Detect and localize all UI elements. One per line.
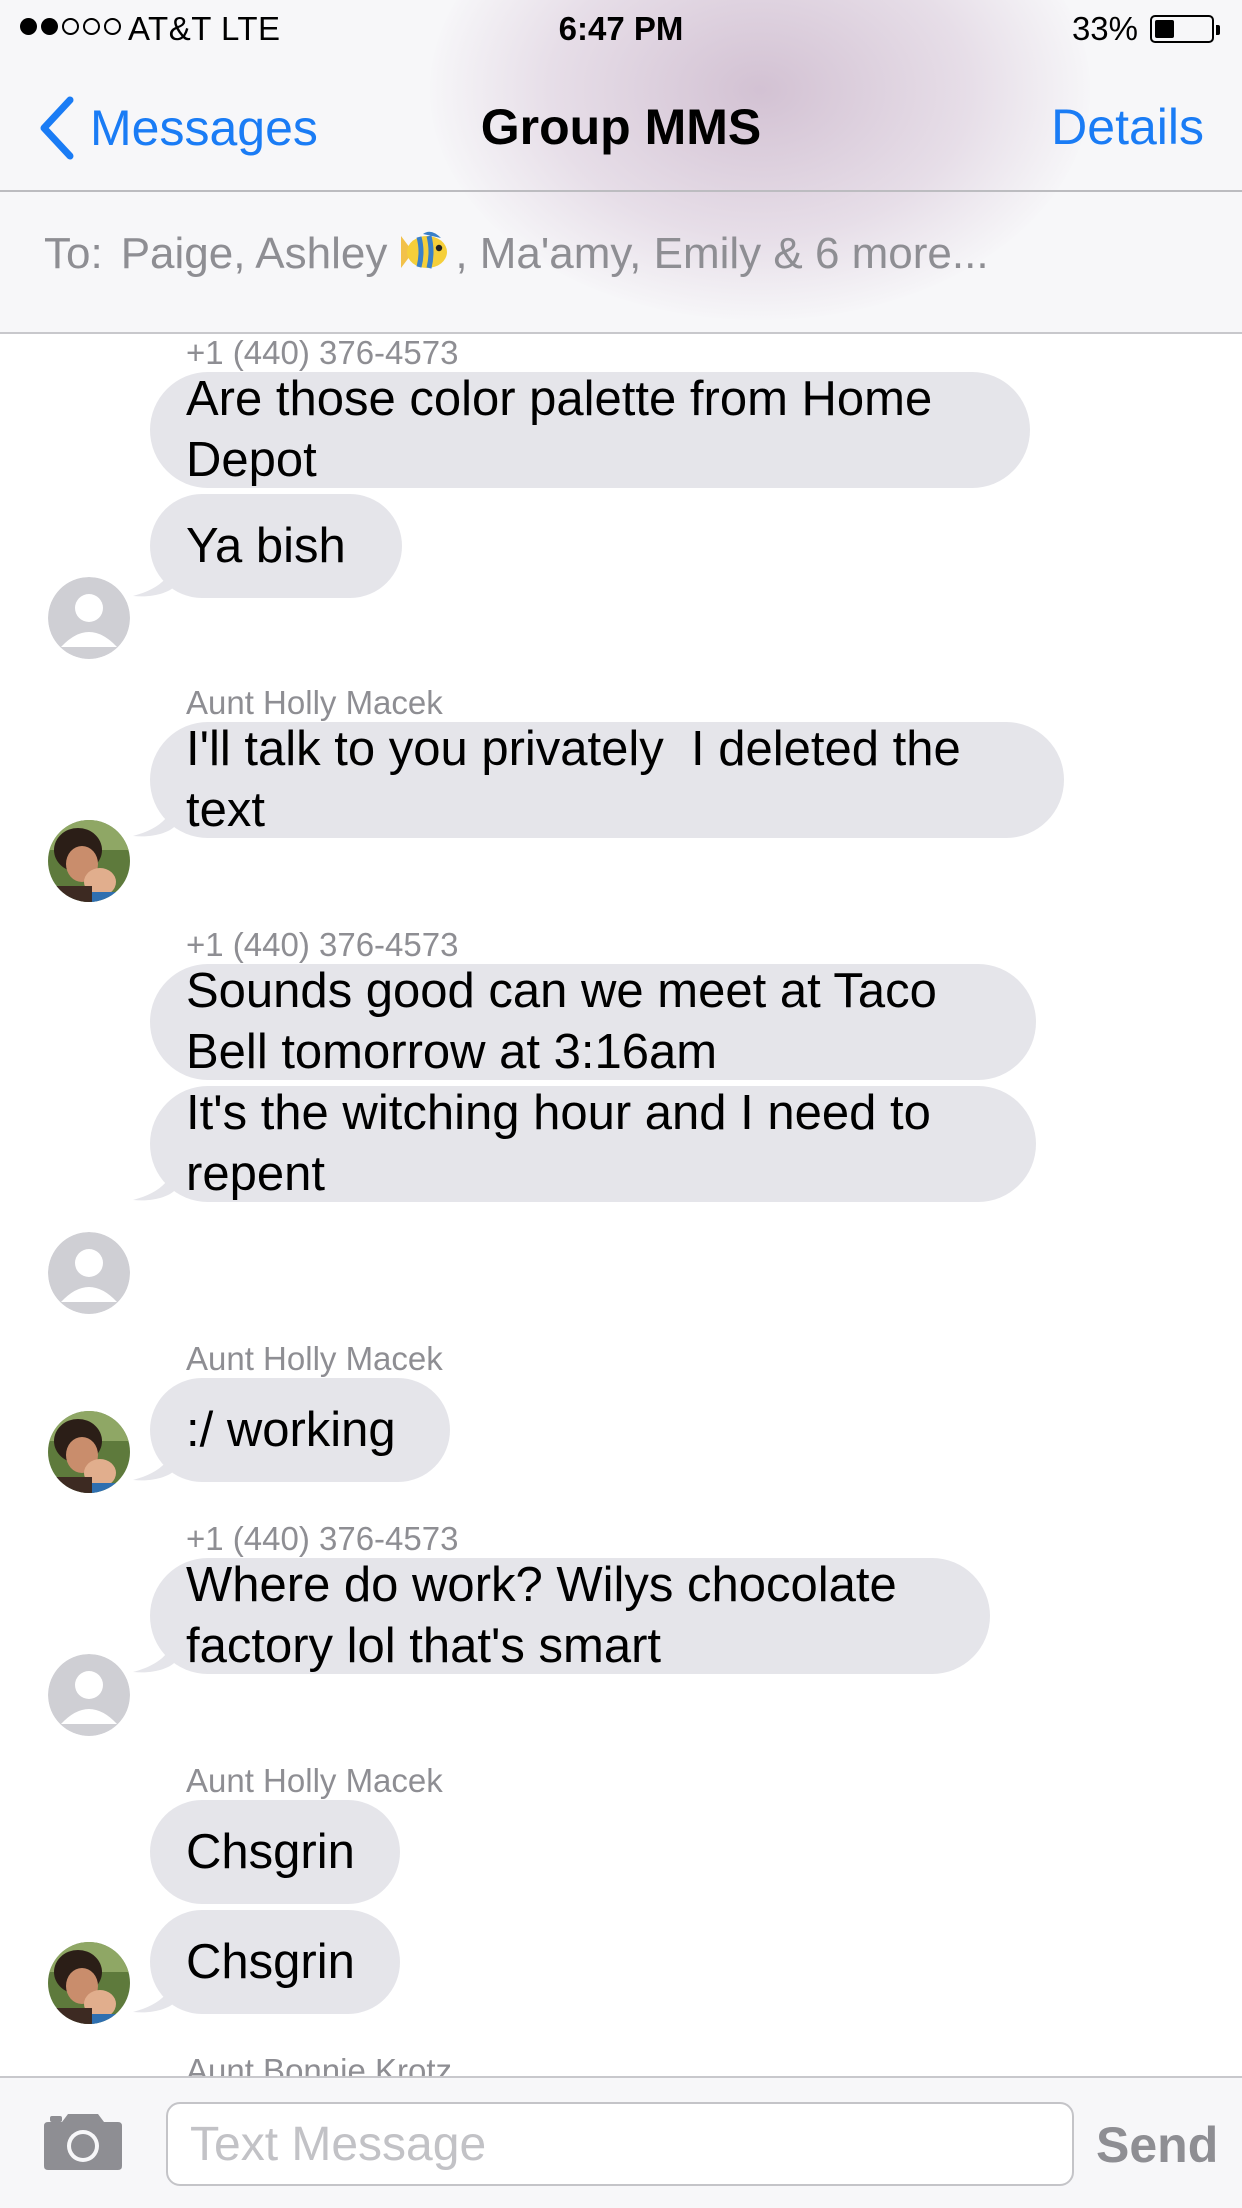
sender-name: Aunt Holly Macek bbox=[186, 684, 443, 721]
message-text: Sounds good can we meet at Taco Bell tom… bbox=[186, 964, 951, 1079]
divider bbox=[0, 190, 1242, 192]
bubble-tail bbox=[133, 1438, 177, 1481]
header: AT&T LTE 6:47 PM 33% Messages Group MMS … bbox=[0, 0, 1242, 334]
recipients-field[interactable]: To: Paige, Ashley , Ma'amy, Emily & 6 mor… bbox=[44, 228, 989, 287]
details-button[interactable]: Details bbox=[1051, 98, 1204, 156]
camera-icon[interactable] bbox=[44, 2110, 122, 2170]
message-bubble[interactable]: Where do work? Wilys chocolate factory l… bbox=[150, 1558, 990, 1674]
send-button[interactable]: Send bbox=[1096, 2116, 1218, 2174]
avatar[interactable] bbox=[48, 820, 130, 902]
message-text: It's the witching hour and I need to rep… bbox=[186, 1086, 945, 1201]
message-text: Chsgrin bbox=[186, 1934, 355, 1989]
message-text: Ya bish bbox=[186, 518, 346, 573]
avatar[interactable] bbox=[48, 1654, 130, 1736]
message-text: Chsgrin bbox=[186, 1824, 355, 1879]
bubble-tail bbox=[133, 1158, 177, 1201]
recipients-list-start: Paige, Ashley bbox=[120, 229, 388, 278]
message-bubble[interactable]: It's the witching hour and I need to rep… bbox=[150, 1086, 1036, 1202]
recipients-prefix: To: bbox=[44, 229, 103, 278]
message-input[interactable] bbox=[166, 2102, 1074, 2186]
message-bubble[interactable]: Chsgrin bbox=[150, 1910, 400, 2014]
sender-name: +1 (440) 376-4573 bbox=[186, 334, 459, 371]
avatar[interactable] bbox=[48, 1411, 130, 1493]
avatar[interactable] bbox=[48, 577, 130, 659]
bubble-tail bbox=[133, 794, 177, 837]
default-contact-icon bbox=[48, 577, 130, 659]
message-bubble[interactable]: Ya bish bbox=[150, 494, 402, 598]
contact-photo bbox=[48, 1411, 130, 1493]
recipients-list-end: , Ma'amy, Emily & 6 more... bbox=[455, 229, 989, 278]
chevron-left-icon bbox=[40, 96, 74, 160]
contact-photo bbox=[48, 1942, 130, 2024]
message-bubble[interactable]: :/ working bbox=[150, 1378, 450, 1482]
sender-name: Aunt Holly Macek bbox=[186, 1762, 443, 1799]
bubble-tail bbox=[133, 1970, 177, 2013]
message-bubble[interactable]: Are those color palette from Home Depot bbox=[150, 372, 1030, 488]
bubble-tail bbox=[133, 554, 177, 597]
back-button-label: Messages bbox=[90, 100, 318, 156]
avatar[interactable] bbox=[48, 1942, 130, 2024]
contact-photo bbox=[48, 820, 130, 902]
compose-bar: Send bbox=[0, 2076, 1242, 2208]
clock: 6:47 PM bbox=[558, 10, 684, 47]
battery-percent: 33% bbox=[1071, 10, 1138, 47]
message-text: I'll talk to you privately I deleted the… bbox=[186, 722, 975, 837]
default-contact-icon bbox=[48, 1654, 130, 1736]
message-bubble[interactable]: Sounds good can we meet at Taco Bell tom… bbox=[150, 964, 1036, 1080]
message-text: Are those color palette from Home Depot bbox=[186, 372, 946, 487]
back-button[interactable]: Messages bbox=[36, 96, 318, 160]
message-text: Where do work? Wilys chocolate factory l… bbox=[186, 1558, 911, 1673]
navigation-bar: Messages Group MMS Details bbox=[0, 60, 1242, 190]
message-list[interactable]: +1 (440) 376-4573 Are those color palett… bbox=[0, 334, 1242, 2076]
battery-icon bbox=[1150, 15, 1220, 43]
tropical-fish-icon bbox=[395, 228, 453, 287]
sender-name: Aunt Holly Macek bbox=[186, 1340, 443, 1377]
message-text: :/ working bbox=[186, 1402, 396, 1457]
sender-name: Aunt Bonnie Krotz bbox=[186, 2052, 452, 2076]
message-bubble[interactable]: Chsgrin bbox=[150, 1800, 400, 1904]
sender-name: +1 (440) 376-4573 bbox=[186, 1520, 459, 1557]
sender-name: +1 (440) 376-4573 bbox=[186, 926, 459, 963]
default-contact-icon bbox=[48, 1232, 130, 1314]
avatar[interactable] bbox=[48, 1232, 130, 1314]
bubble-tail bbox=[133, 1630, 177, 1673]
message-bubble[interactable]: I'll talk to you privately I deleted the… bbox=[150, 722, 1064, 838]
status-bar: AT&T LTE 6:47 PM 33% bbox=[0, 0, 1242, 60]
